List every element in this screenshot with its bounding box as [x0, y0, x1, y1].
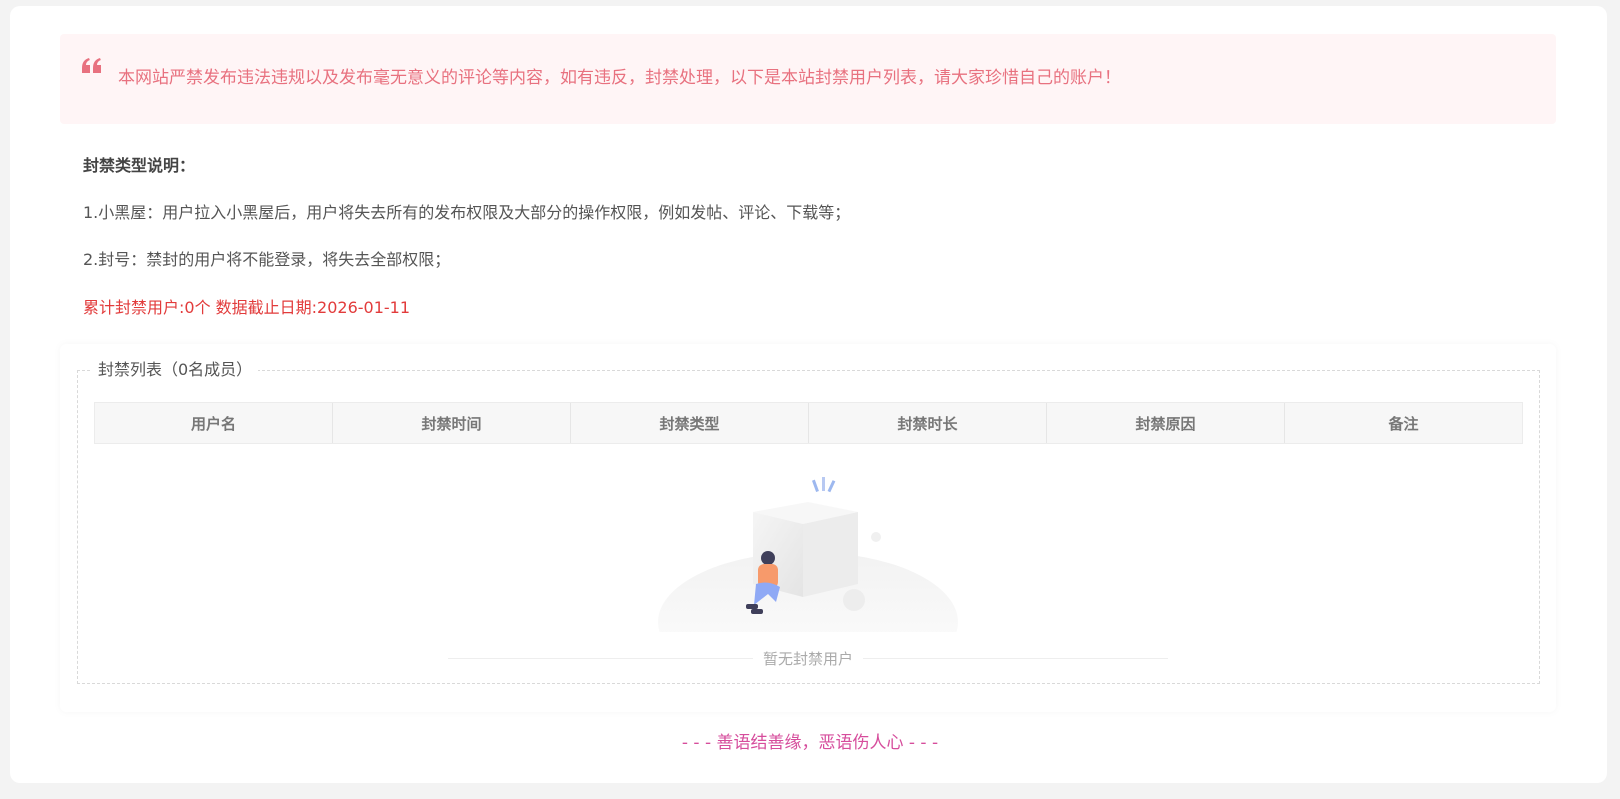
column-header-ban-type: 封禁类型 [571, 403, 809, 443]
ban-type-account: 2.封号：禁封的用户将不能登录，将失去全部权限； [83, 250, 451, 269]
ban-list-panel: 封禁列表（0名成员） 用户名 封禁时间 封禁类型 封禁时长 封禁原因 备注 暂无… [60, 344, 1556, 712]
notice-text: 本网站严禁发布违法违规以及发布毫无意义的评论等内容，如有违反，封禁处理，以下是本… [118, 68, 1121, 88]
notice-banner: 本网站严禁发布违法违规以及发布毫无意义的评论等内容，如有违反，封禁处理，以下是本… [60, 34, 1556, 124]
column-header-username: 用户名 [95, 403, 333, 443]
column-header-ban-reason: 封禁原因 [1047, 403, 1285, 443]
ban-types-title: 封禁类型说明： [83, 156, 196, 175]
column-header-ban-time: 封禁时间 [333, 403, 571, 443]
column-header-ban-duration: 封禁时长 [809, 403, 1047, 443]
ban-list-fieldset: 封禁列表（0名成员） 用户名 封禁时间 封禁类型 封禁时长 封禁原因 备注 暂无… [77, 358, 1540, 684]
empty-box-illustration [658, 477, 958, 632]
ban-table-header: 用户名 封禁时间 封禁类型 封禁时长 封禁原因 备注 [94, 402, 1523, 444]
empty-divider-left [448, 657, 753, 659]
quote-icon [82, 58, 101, 73]
main-card: 本网站严禁发布违法违规以及发布毫无意义的评论等内容，如有违反，封禁处理，以下是本… [10, 6, 1607, 783]
column-header-remark: 备注 [1388, 414, 1419, 433]
ban-list-legend: 封禁列表（0名成员） [98, 360, 253, 379]
empty-divider-right [863, 657, 1169, 659]
empty-state: 暂无封禁用户 [448, 646, 1169, 670]
empty-text: 暂无封禁用户 [763, 649, 854, 668]
footer-slogan: - - - 善语结善缘，恶语伤人心 - - - [681, 733, 939, 753]
ban-stats: 累计封禁用户:0个 数据截止日期:2026-01-11 [83, 298, 411, 317]
ban-type-blackroom: 1.小黑屋：用户拉入小黑屋后，用户将失去所有的发布权限及大部分的操作权限，例如发… [83, 203, 851, 222]
